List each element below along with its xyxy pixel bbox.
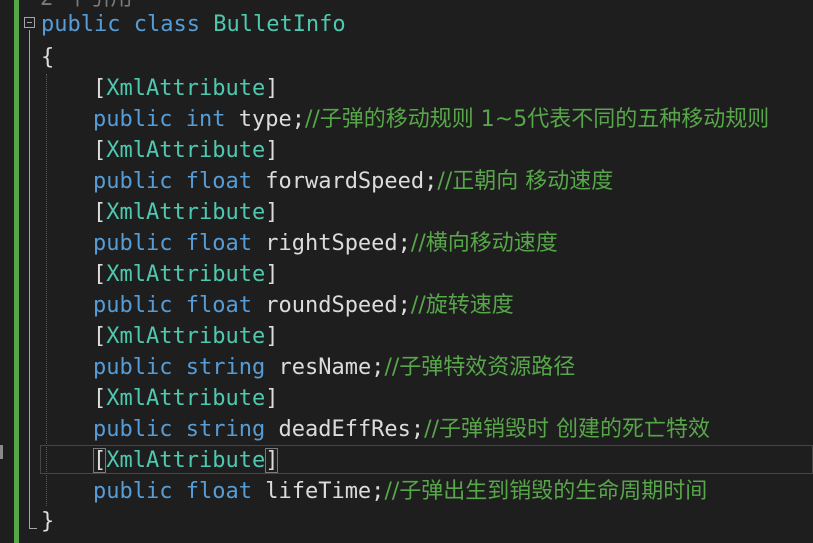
field-comment: //横向移动速度 <box>410 231 558 256</box>
field-comment: //子弹特效资源路径 <box>384 355 576 380</box>
field-modifier: public <box>93 355 173 380</box>
attribute-name: XmlAttribute <box>106 324 266 349</box>
open-brace[interactable]: { <box>41 42 54 73</box>
bracket-close: ] <box>265 448 279 473</box>
indent-guide <box>46 74 47 506</box>
field-modifier: public <box>93 293 173 318</box>
attribute-line[interactable]: [XmlAttribute] <box>93 259 278 290</box>
field-modifier: public <box>93 231 173 256</box>
bracket-close: ] <box>265 324 279 349</box>
class-declaration-line[interactable]: public class BulletInfo <box>41 9 346 40</box>
field-declaration-line[interactable]: public float rightSpeed;//横向移动速度 <box>93 228 558 259</box>
attribute-line[interactable]: [XmlAttribute] <box>93 383 278 414</box>
field-declaration-line[interactable]: public string resName;//子弹特效资源路径 <box>93 352 575 383</box>
field-comment: //子弹的移动规则 1~5代表不同的五种移动规则 <box>304 107 770 132</box>
field-type: float <box>185 231 252 256</box>
field-modifier: public <box>93 169 173 194</box>
close-brace[interactable]: } <box>41 506 54 537</box>
bracket-close: ] <box>265 386 279 411</box>
bracket-close: ] <box>265 138 279 163</box>
attribute-name: XmlAttribute <box>106 138 266 163</box>
field-comment: //正朝向 移动速度 <box>437 169 614 194</box>
code-editor[interactable]: 2 个引用 public class BulletInfo { [XmlAttr… <box>0 0 813 543</box>
field-comment: //旋转速度 <box>410 293 514 318</box>
attribute-line[interactable]: [XmlAttribute] <box>93 135 278 166</box>
attribute-name: XmlAttribute <box>106 448 266 473</box>
field-modifier: public <box>93 417 173 442</box>
attribute-name: XmlAttribute <box>106 200 266 225</box>
field-comment: //子弹出生到销毁的生命周期时间 <box>384 479 708 504</box>
field-type: int <box>185 107 226 132</box>
field-type: float <box>185 293 252 318</box>
bracket-open: [ <box>93 200 107 225</box>
field-name: deadEffRes; <box>278 417 425 442</box>
collapse-toggle-icon[interactable] <box>24 17 35 28</box>
field-declaration-line[interactable]: public float roundSpeed;//旋转速度 <box>93 290 514 321</box>
field-name: type; <box>238 107 305 132</box>
bracket-close: ] <box>265 200 279 225</box>
attribute-name: XmlAttribute <box>106 76 266 101</box>
field-type: float <box>185 479 252 504</box>
outline-guide-end <box>29 528 37 529</box>
gutter-marker <box>0 445 3 459</box>
bracket-open: [ <box>93 448 107 473</box>
field-name: rightSpeed; <box>265 231 411 256</box>
attribute-name: XmlAttribute <box>106 386 266 411</box>
field-modifier: public <box>93 107 173 132</box>
attribute-name: XmlAttribute <box>106 262 266 287</box>
bracket-close: ] <box>265 262 279 287</box>
keyword-public: public <box>41 12 121 37</box>
field-declaration-line[interactable]: public int type;//子弹的移动规则 1~5代表不同的五种移动规则 <box>93 104 769 135</box>
class-name: BulletInfo <box>213 12 346 37</box>
bracket-open: [ <box>93 138 107 163</box>
field-type: float <box>185 169 252 194</box>
bracket-open: [ <box>93 386 107 411</box>
field-name: roundSpeed; <box>265 293 411 318</box>
bracket-open: [ <box>93 324 107 349</box>
attribute-line[interactable]: [XmlAttribute] <box>93 445 279 476</box>
bracket-close: ] <box>265 76 279 101</box>
keyword-class: class <box>133 12 200 37</box>
field-comment: //子弹销毁时 创建的死亡特效 <box>424 417 710 442</box>
field-name: forwardSpeed; <box>265 169 438 194</box>
bracket-open: [ <box>93 76 107 101</box>
field-name: lifeTime; <box>265 479 385 504</box>
outline-guide <box>29 30 30 528</box>
field-type: string <box>185 417 266 442</box>
field-name: resName; <box>278 355 385 380</box>
change-indicator-bar <box>14 0 19 543</box>
field-declaration-line[interactable]: public string deadEffRes;//子弹销毁时 创建的死亡特效 <box>93 414 710 445</box>
field-declaration-line[interactable]: public float forwardSpeed;//正朝向 移动速度 <box>93 166 613 197</box>
field-modifier: public <box>93 479 173 504</box>
field-declaration-line[interactable]: public float lifeTime;//子弹出生到销毁的生命周期时间 <box>93 476 707 507</box>
attribute-line[interactable]: [XmlAttribute] <box>93 197 278 228</box>
attribute-line[interactable]: [XmlAttribute] <box>93 321 278 352</box>
attribute-line[interactable]: [XmlAttribute] <box>93 73 278 104</box>
field-type: string <box>185 355 266 380</box>
bracket-open: [ <box>93 262 107 287</box>
